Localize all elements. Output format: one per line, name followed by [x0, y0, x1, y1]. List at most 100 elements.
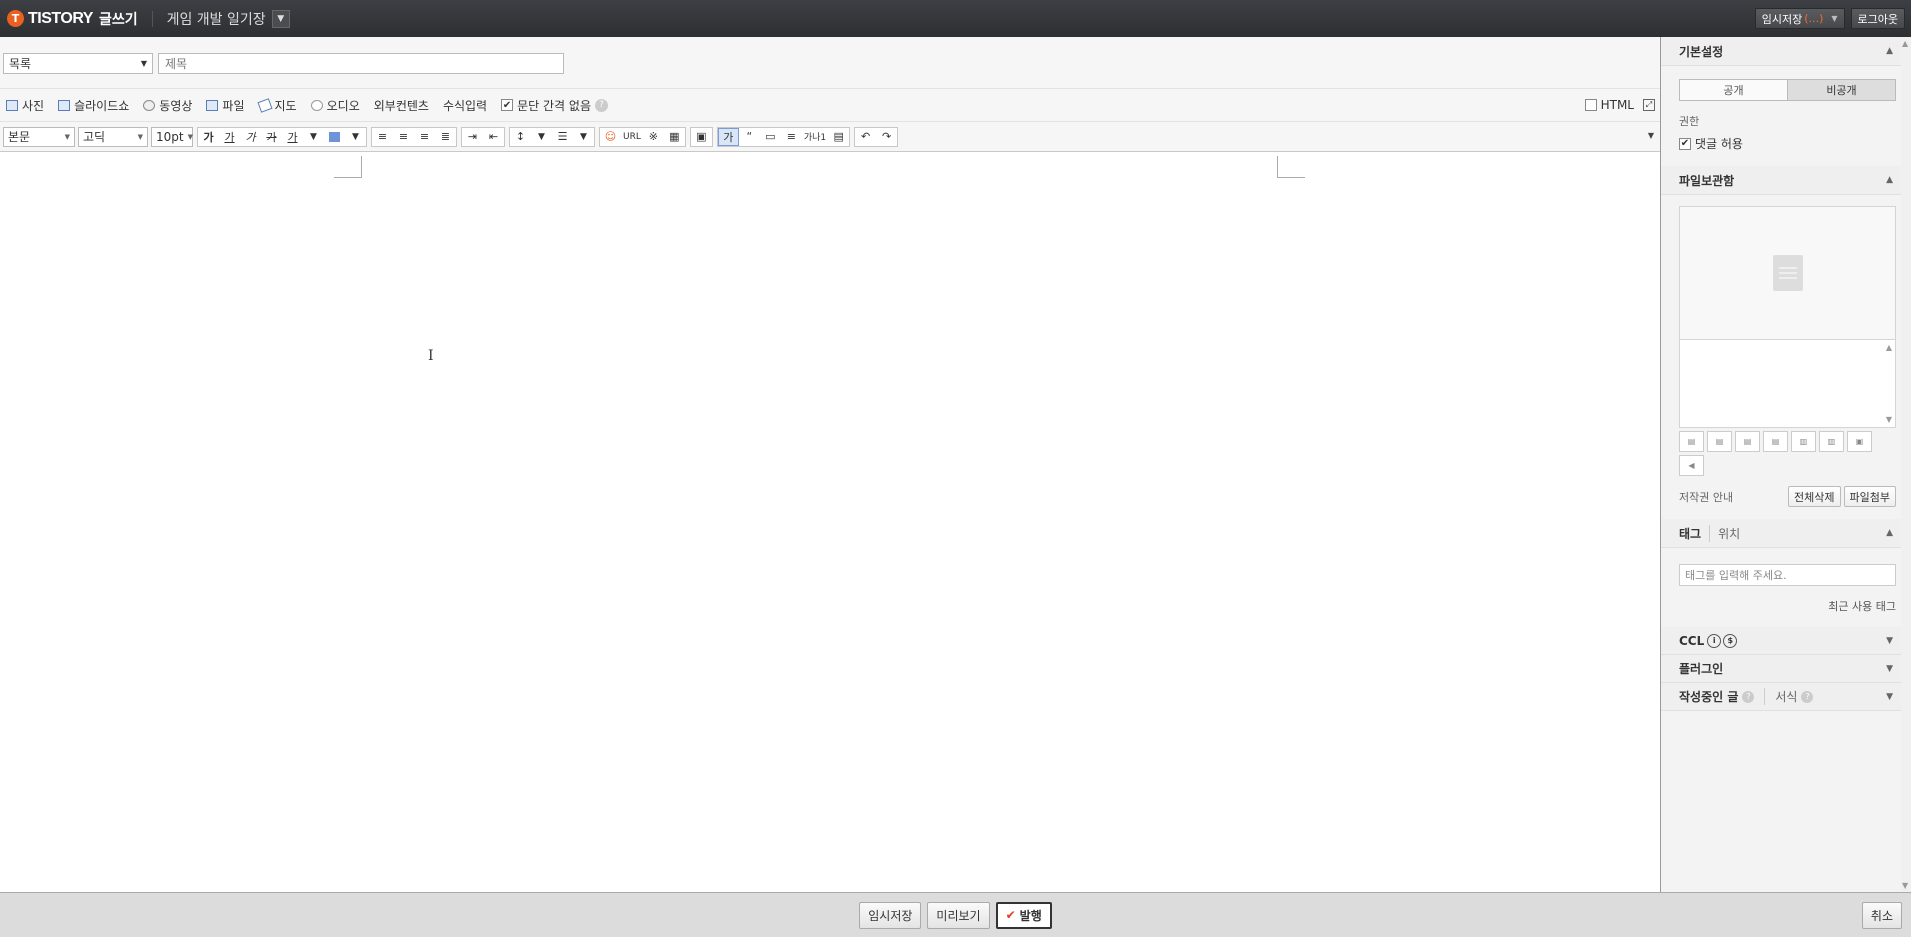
audio-insert-icon[interactable]: ◀	[1679, 455, 1704, 476]
align-center-icon[interactable]: ≡	[393, 128, 414, 146]
title-input[interactable]	[158, 53, 564, 74]
scroll-down-icon[interactable]: ▼	[1886, 415, 1892, 424]
highlight-color-button[interactable]	[324, 128, 345, 146]
attach-file-button[interactable]: 파일첨부	[1843, 486, 1896, 507]
dropdown-arrow-icon[interactable]: ▼	[303, 128, 324, 146]
font-family-select[interactable]: 고딕 ▼	[78, 126, 148, 147]
align-justify-icon[interactable]: ≣	[435, 128, 456, 146]
outdent-icon[interactable]: ⇤	[483, 128, 504, 146]
attach-slideshow-button[interactable]: 슬라이드쇼	[58, 97, 129, 114]
font-size-select[interactable]: 10pt ▼	[151, 126, 193, 147]
fullscreen-icon[interactable]: ⤢	[1643, 99, 1655, 111]
align-right-icon[interactable]: ≡	[414, 128, 435, 146]
help-icon[interactable]: ?	[1801, 690, 1814, 703]
quote-icon[interactable]: “	[739, 128, 760, 146]
collapse-icon[interactable]: ▲	[1886, 175, 1893, 185]
copyright-link[interactable]: 저작권 안내	[1679, 489, 1733, 505]
special-char-icon[interactable]: ※	[643, 128, 664, 146]
drafts-header[interactable]: 작성중인 글 ? 서식 ? ▼	[1661, 683, 1911, 711]
float-image-icon[interactable]: ▤	[1763, 431, 1788, 452]
list-icon[interactable]: ☰	[552, 128, 573, 146]
redo-icon[interactable]: ↷	[876, 128, 897, 146]
expand-icon[interactable]: ▼	[1886, 692, 1893, 702]
file-storage-header[interactable]: 파일보관함 ▲	[1661, 166, 1911, 195]
textbox-icon[interactable]: 가	[717, 127, 739, 146]
ccl-header[interactable]: CCL i $ ▼	[1661, 627, 1911, 655]
gallery-image-icon[interactable]: ▣	[1847, 431, 1872, 452]
three-column-image-icon[interactable]: ▥	[1819, 431, 1844, 452]
tab-location[interactable]: 위치	[1709, 524, 1740, 542]
indent-icon[interactable]: ⇥	[462, 128, 483, 146]
toolbar-more-icon[interactable]: ▼	[1648, 131, 1654, 140]
recent-tags-link[interactable]: 최근 사용 태그	[1661, 598, 1896, 614]
undo-icon[interactable]: ↶	[855, 128, 876, 146]
expand-icon[interactable]: ▼	[1886, 636, 1893, 646]
attach-map-button[interactable]: 지도	[256, 97, 297, 114]
template-tab[interactable]: 서식	[1775, 688, 1797, 705]
drafts-title[interactable]: 작성중인 글	[1679, 688, 1738, 705]
logout-button[interactable]: 로그아웃	[1850, 8, 1905, 29]
allow-comments-toggle[interactable]: ✔ 댓글 허용	[1679, 135, 1911, 152]
public-button[interactable]: 공개	[1680, 80, 1787, 100]
line-height-icon[interactable]: ↕	[510, 128, 531, 146]
dropdown-arrow-icon[interactable]: ▼	[573, 128, 594, 146]
dropdown-arrow-icon[interactable]: ▼	[531, 128, 552, 146]
attach-file-button[interactable]: 파일	[206, 97, 245, 114]
plugin-header[interactable]: 플러그인 ▼	[1661, 655, 1911, 683]
align-left-icon[interactable]: ≡	[372, 128, 393, 146]
allow-comments-checkbox[interactable]: ✔	[1679, 137, 1691, 150]
collapse-icon[interactable]: ▲	[1886, 46, 1893, 56]
help-icon[interactable]: ?	[1742, 690, 1755, 703]
blog-name[interactable]: 게임 개발 일기장	[167, 9, 266, 29]
attach-photo-button[interactable]: 사진	[6, 97, 44, 114]
scroll-up-icon[interactable]: ▲	[1902, 39, 1908, 48]
bold-button[interactable]: 가	[198, 128, 219, 146]
tistory-logo[interactable]: T TISTORY	[7, 10, 93, 28]
sidebar-scrollbar[interactable]: ▲ ▼	[1901, 37, 1911, 892]
attach-formula-button[interactable]: 수식입력	[443, 97, 487, 114]
cancel-button[interactable]: 취소	[1861, 902, 1902, 929]
emoticon-icon[interactable]: ☺	[600, 128, 621, 146]
tag-input[interactable]: 태그를 입력해 주세요.	[1679, 564, 1896, 586]
box-icon[interactable]: ▭	[760, 128, 781, 146]
save-icon[interactable]: ▤	[828, 128, 849, 146]
basic-settings-header[interactable]: 기본설정 ▲	[1661, 37, 1911, 66]
image-layout-icon[interactable]: ▣	[691, 128, 712, 146]
help-icon[interactable]: ?	[594, 98, 608, 112]
more-line-icon[interactable]: ≡	[781, 128, 802, 146]
editor-canvas[interactable]: I	[0, 152, 1660, 892]
temp-save-dropdown[interactable]: 임시저장 (...) ▼	[1754, 8, 1845, 29]
html-mode-toggle[interactable]: HTML	[1584, 98, 1634, 112]
dropdown-arrow-icon[interactable]: ▼	[345, 128, 366, 146]
italic-button[interactable]: 가	[240, 128, 261, 146]
delete-all-button[interactable]: 전체삭제	[1788, 486, 1841, 507]
attach-external-content-button[interactable]: 외부컨텐츠	[374, 97, 429, 114]
private-button[interactable]: 비공개	[1787, 80, 1895, 100]
url-link-button[interactable]: URL	[621, 128, 643, 146]
align-center-image-icon[interactable]: ▤	[1707, 431, 1732, 452]
two-column-image-icon[interactable]: ▥	[1791, 431, 1816, 452]
align-left-image-icon[interactable]: ▤	[1679, 431, 1704, 452]
scroll-up-icon[interactable]: ▲	[1886, 343, 1892, 352]
file-list[interactable]: ▲ ▼	[1679, 340, 1896, 428]
temp-save-button[interactable]: 임시저장	[859, 901, 922, 929]
preview-button[interactable]: 미리보기	[927, 901, 990, 929]
underline-button[interactable]: 가	[219, 128, 240, 146]
paragraph-spacing-checkbox[interactable]: ✔	[501, 99, 514, 111]
attach-audio-button[interactable]: 오디오	[310, 97, 360, 114]
html-checkbox[interactable]	[1584, 99, 1597, 111]
superscript-button[interactable]: 가나1	[802, 128, 828, 146]
table-icon[interactable]: ▦	[664, 128, 685, 146]
attach-video-button[interactable]: 동영상	[143, 97, 192, 114]
strikethrough-button[interactable]: 가	[261, 128, 282, 146]
collapse-icon[interactable]: ▲	[1886, 528, 1893, 538]
publish-button[interactable]: ✔ 발행	[995, 901, 1052, 929]
scroll-down-icon[interactable]: ▼	[1902, 881, 1908, 890]
align-right-image-icon[interactable]: ▤	[1735, 431, 1760, 452]
blog-dropdown-icon[interactable]: ▼	[271, 9, 290, 28]
category-select[interactable]: 목록 ▼	[3, 53, 153, 74]
tab-tag[interactable]: 태그	[1679, 525, 1701, 542]
paragraph-style-select[interactable]: 본문 ▼	[3, 126, 75, 147]
expand-icon[interactable]: ▼	[1886, 664, 1893, 674]
text-color-button[interactable]: 가	[282, 128, 303, 146]
